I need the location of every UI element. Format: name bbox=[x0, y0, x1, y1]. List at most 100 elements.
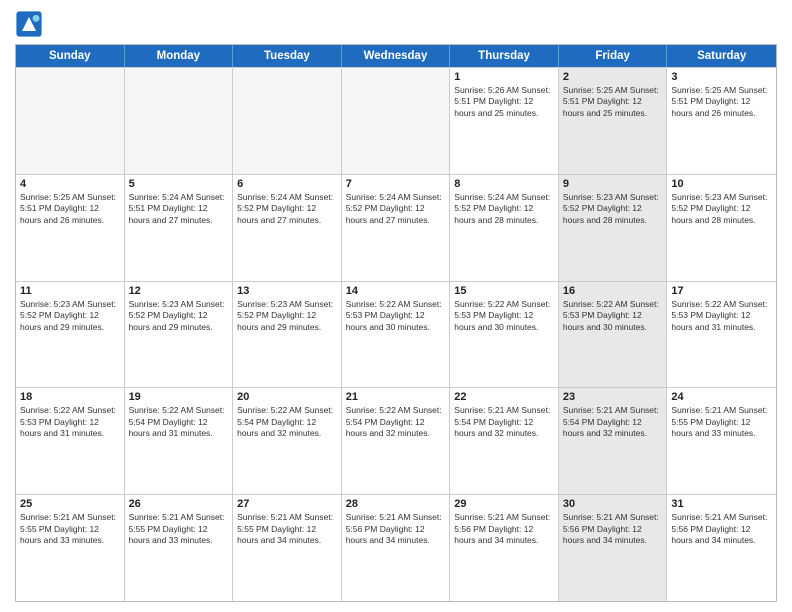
calendar-cell: 12Sunrise: 5:23 AM Sunset: 5:52 PM Dayli… bbox=[125, 282, 234, 388]
calendar-cell: 2 Sunrise: 5:25 AM Sunset: 5:51 PM Daylig… bbox=[559, 68, 668, 174]
cell-text: Sunrise: 5:22 AM Sunset: 5:53 PM Dayligh… bbox=[563, 299, 663, 333]
day-number: 12 bbox=[129, 285, 229, 297]
day-number: 30 bbox=[563, 498, 663, 510]
day-number: 23 bbox=[563, 391, 663, 403]
cell-text: Sunrise: 5:21 AM Sunset: 5:55 PM Dayligh… bbox=[20, 512, 120, 546]
calendar-cell: 3 Sunrise: 5:25 AM Sunset: 5:51 PM Daylig… bbox=[667, 68, 776, 174]
calendar-cell: 31 Sunrise: 5:21 AM Sunset: 5:56 PM Dayli… bbox=[667, 495, 776, 601]
calendar-header-cell: Friday bbox=[559, 45, 668, 67]
day-number: 17 bbox=[671, 285, 772, 297]
day-number: 22 bbox=[454, 391, 554, 403]
day-number: 27 bbox=[237, 498, 337, 510]
page: SundayMondayTuesdayWednesdayThursdayFrid… bbox=[0, 0, 792, 612]
cell-text: Sunrise: 5:23 AM Sunset: 5:52 PM Dayligh… bbox=[671, 192, 772, 226]
calendar-cell: 24 Sunrise: 5:21 AM Sunset: 5:55 PM Dayli… bbox=[667, 388, 776, 494]
calendar-cell: 30 Sunrise: 5:21 AM Sunset: 5:56 PM Dayli… bbox=[559, 495, 668, 601]
day-number: 28 bbox=[346, 498, 446, 510]
day-number: 6 bbox=[237, 178, 337, 190]
calendar-cell: 7 Sunrise: 5:24 AM Sunset: 5:52 PM Daylig… bbox=[342, 175, 451, 281]
calendar-cell: 29 Sunrise: 5:21 AM Sunset: 5:56 PM Dayli… bbox=[450, 495, 559, 601]
calendar-cell bbox=[125, 68, 234, 174]
cell-text: Sunrise: 5:21 AM Sunset: 5:56 PM Dayligh… bbox=[671, 512, 772, 546]
calendar-cell: 13Sunrise: 5:23 AM Sunset: 5:52 PM Dayli… bbox=[233, 282, 342, 388]
calendar: SundayMondayTuesdayWednesdayThursdayFrid… bbox=[15, 44, 777, 602]
cell-text: Sunrise: 5:22 AM Sunset: 5:53 PM Dayligh… bbox=[20, 405, 120, 439]
cell-text: Sunrise: 5:24 AM Sunset: 5:52 PM Dayligh… bbox=[454, 192, 554, 226]
cell-text: Sunrise: 5:22 AM Sunset: 5:54 PM Dayligh… bbox=[346, 405, 446, 439]
day-number: 20 bbox=[237, 391, 337, 403]
calendar-cell: 27Sunrise: 5:21 AM Sunset: 5:55 PM Dayli… bbox=[233, 495, 342, 601]
cell-text: Sunrise: 5:25 AM Sunset: 5:51 PM Dayligh… bbox=[671, 85, 772, 119]
cell-text: Sunrise: 5:22 AM Sunset: 5:53 PM Dayligh… bbox=[454, 299, 554, 333]
cell-text: Sunrise: 5:25 AM Sunset: 5:51 PM Dayligh… bbox=[563, 85, 663, 119]
calendar-row: 11 Sunrise: 5:23 AM Sunset: 5:52 PM Dayli… bbox=[16, 281, 776, 388]
cell-text: Sunrise: 5:22 AM Sunset: 5:54 PM Dayligh… bbox=[129, 405, 229, 439]
calendar-row: 4 Sunrise: 5:25 AM Sunset: 5:51 PM Daylig… bbox=[16, 174, 776, 281]
calendar-header-cell: Wednesday bbox=[342, 45, 451, 67]
calendar-cell bbox=[16, 68, 125, 174]
calendar-row: 18 Sunrise: 5:22 AM Sunset: 5:53 PM Dayli… bbox=[16, 387, 776, 494]
day-number: 11 bbox=[20, 285, 120, 297]
calendar-cell: 18 Sunrise: 5:22 AM Sunset: 5:53 PM Dayli… bbox=[16, 388, 125, 494]
cell-text: Sunrise: 5:23 AM Sunset: 5:52 PM Dayligh… bbox=[563, 192, 663, 226]
day-number: 7 bbox=[346, 178, 446, 190]
day-number: 10 bbox=[671, 178, 772, 190]
cell-text: Sunrise: 5:21 AM Sunset: 5:54 PM Dayligh… bbox=[563, 405, 663, 439]
day-number: 21 bbox=[346, 391, 446, 403]
day-number: 18 bbox=[20, 391, 120, 403]
calendar-cell: 6 Sunrise: 5:24 AM Sunset: 5:52 PM Daylig… bbox=[233, 175, 342, 281]
day-number: 4 bbox=[20, 178, 120, 190]
calendar-header-cell: Tuesday bbox=[233, 45, 342, 67]
calendar-body: 1 Sunrise: 5:26 AM Sunset: 5:51 PM Daylig… bbox=[16, 67, 776, 601]
cell-text: Sunrise: 5:24 AM Sunset: 5:51 PM Dayligh… bbox=[129, 192, 229, 226]
day-number: 29 bbox=[454, 498, 554, 510]
day-number: 14 bbox=[346, 285, 446, 297]
cell-text: Sunrise: 5:24 AM Sunset: 5:52 PM Dayligh… bbox=[237, 192, 337, 226]
calendar-row: 1 Sunrise: 5:26 AM Sunset: 5:51 PM Daylig… bbox=[16, 67, 776, 174]
calendar-cell: 11 Sunrise: 5:23 AM Sunset: 5:52 PM Dayli… bbox=[16, 282, 125, 388]
calendar-cell: 9Sunrise: 5:23 AM Sunset: 5:52 PM Daylig… bbox=[559, 175, 668, 281]
cell-text: Sunrise: 5:23 AM Sunset: 5:52 PM Dayligh… bbox=[20, 299, 120, 333]
calendar-header-cell: Monday bbox=[125, 45, 234, 67]
cell-text: Sunrise: 5:22 AM Sunset: 5:53 PM Dayligh… bbox=[671, 299, 772, 333]
calendar-header-row: SundayMondayTuesdayWednesdayThursdayFrid… bbox=[16, 45, 776, 67]
logo-icon bbox=[15, 10, 43, 38]
calendar-cell: 26Sunrise: 5:21 AM Sunset: 5:55 PM Dayli… bbox=[125, 495, 234, 601]
calendar-header-cell: Saturday bbox=[667, 45, 776, 67]
header bbox=[15, 10, 777, 38]
calendar-cell: 15 Sunrise: 5:22 AM Sunset: 5:53 PM Dayli… bbox=[450, 282, 559, 388]
calendar-cell: 23 Sunrise: 5:21 AM Sunset: 5:54 PM Dayli… bbox=[559, 388, 668, 494]
day-number: 3 bbox=[671, 71, 772, 83]
cell-text: Sunrise: 5:25 AM Sunset: 5:51 PM Dayligh… bbox=[20, 192, 120, 226]
cell-text: Sunrise: 5:24 AM Sunset: 5:52 PM Dayligh… bbox=[346, 192, 446, 226]
day-number: 16 bbox=[563, 285, 663, 297]
calendar-cell: 19Sunrise: 5:22 AM Sunset: 5:54 PM Dayli… bbox=[125, 388, 234, 494]
calendar-cell: 22 Sunrise: 5:21 AM Sunset: 5:54 PM Dayli… bbox=[450, 388, 559, 494]
cell-text: Sunrise: 5:21 AM Sunset: 5:56 PM Dayligh… bbox=[454, 512, 554, 546]
day-number: 24 bbox=[671, 391, 772, 403]
calendar-cell bbox=[342, 68, 451, 174]
calendar-row: 25 Sunrise: 5:21 AM Sunset: 5:55 PM Dayli… bbox=[16, 494, 776, 601]
day-number: 2 bbox=[563, 71, 663, 83]
day-number: 1 bbox=[454, 71, 554, 83]
cell-text: Sunrise: 5:26 AM Sunset: 5:51 PM Dayligh… bbox=[454, 85, 554, 119]
day-number: 25 bbox=[20, 498, 120, 510]
day-number: 13 bbox=[237, 285, 337, 297]
day-number: 31 bbox=[671, 498, 772, 510]
calendar-cell: 28Sunrise: 5:21 AM Sunset: 5:56 PM Dayli… bbox=[342, 495, 451, 601]
calendar-cell: 8Sunrise: 5:24 AM Sunset: 5:52 PM Daylig… bbox=[450, 175, 559, 281]
cell-text: Sunrise: 5:22 AM Sunset: 5:53 PM Dayligh… bbox=[346, 299, 446, 333]
calendar-cell: 5 Sunrise: 5:24 AM Sunset: 5:51 PM Daylig… bbox=[125, 175, 234, 281]
cell-text: Sunrise: 5:21 AM Sunset: 5:55 PM Dayligh… bbox=[671, 405, 772, 439]
logo-area bbox=[15, 10, 47, 38]
calendar-cell: 10 Sunrise: 5:23 AM Sunset: 5:52 PM Dayli… bbox=[667, 175, 776, 281]
calendar-cell: 4 Sunrise: 5:25 AM Sunset: 5:51 PM Daylig… bbox=[16, 175, 125, 281]
calendar-cell: 1 Sunrise: 5:26 AM Sunset: 5:51 PM Daylig… bbox=[450, 68, 559, 174]
day-number: 5 bbox=[129, 178, 229, 190]
cell-text: Sunrise: 5:21 AM Sunset: 5:56 PM Dayligh… bbox=[563, 512, 663, 546]
day-number: 15 bbox=[454, 285, 554, 297]
calendar-cell: 17 Sunrise: 5:22 AM Sunset: 5:53 PM Dayli… bbox=[667, 282, 776, 388]
cell-text: Sunrise: 5:22 AM Sunset: 5:54 PM Dayligh… bbox=[237, 405, 337, 439]
calendar-cell: 25 Sunrise: 5:21 AM Sunset: 5:55 PM Dayli… bbox=[16, 495, 125, 601]
cell-text: Sunrise: 5:21 AM Sunset: 5:54 PM Dayligh… bbox=[454, 405, 554, 439]
